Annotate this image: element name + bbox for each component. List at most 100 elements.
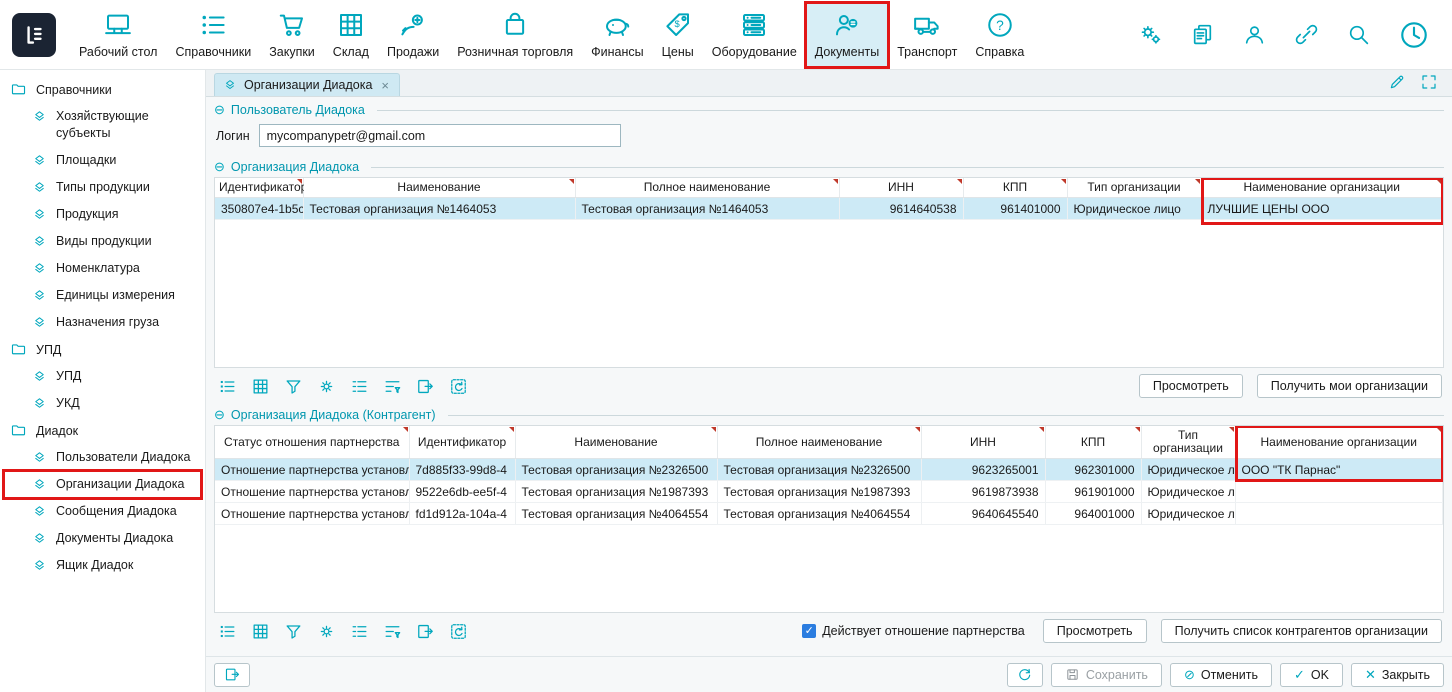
toolbar-item-transport[interactable]: Транспорт — [888, 3, 966, 67]
sidebar-item-organizacii-diadoka[interactable]: Организации Диадока — [4, 471, 201, 498]
login-input[interactable] — [259, 124, 621, 147]
save-button[interactable]: Сохранить — [1051, 663, 1162, 687]
settings-icon[interactable] — [1138, 22, 1163, 47]
diamond-icon — [32, 396, 47, 411]
collapse-icon[interactable]: ⊖ — [214, 104, 225, 116]
gear-icon[interactable] — [317, 622, 336, 641]
column-header-full-name[interactable]: Полное наименование — [575, 178, 839, 198]
row-list-icon[interactable] — [350, 377, 369, 396]
column-header-name[interactable]: Наименование — [515, 426, 717, 459]
column-header-inn[interactable]: ИНН — [921, 426, 1045, 459]
table-row[interactable]: Отношение партнерства установлено fd1d91… — [215, 503, 1443, 525]
column-header-full-name[interactable]: Полное наименование — [717, 426, 921, 459]
list-filter-icon[interactable] — [383, 622, 402, 641]
toolbar-item-prices[interactable]: Цены — [653, 3, 703, 67]
sidebar-item-soobshcheniya-diadoka[interactable]: Сообщения Диадока — [4, 498, 201, 525]
column-header-name[interactable]: Наименование — [303, 178, 575, 198]
view-org-button[interactable]: Просмотреть — [1139, 374, 1243, 398]
sidebar-item-hoz-subekty[interactable]: Хозяйствующие субъекты — [4, 103, 201, 147]
app-logo[interactable] — [12, 13, 56, 57]
refresh-grid-icon[interactable] — [449, 377, 468, 396]
grid-view-icon[interactable] — [251, 377, 270, 396]
sidebar-item-edinicy-izmereniya[interactable]: Единицы измерения — [4, 282, 201, 309]
sidebar-item-yashchik-diadok[interactable]: Ящик Диадок — [4, 552, 201, 579]
sidebar-item-upd[interactable]: УПД — [4, 363, 201, 390]
counterparty-table-container: Статус отношения партнерства Идентификат… — [214, 425, 1444, 613]
export-icon[interactable] — [416, 377, 435, 396]
partnership-active-checkbox[interactable]: ✓ Действует отношение партнерства — [802, 624, 1025, 638]
cancel-icon: ⊘ — [1184, 667, 1195, 683]
toolbar-item-references[interactable]: Справочники — [166, 3, 260, 67]
sidebar-item-dokumenty-diadoka[interactable]: Документы Диадока — [4, 525, 201, 552]
diamond-icon — [32, 180, 47, 195]
gear-icon[interactable] — [317, 377, 336, 396]
column-header-org-type[interactable]: Тип организации — [1141, 426, 1235, 459]
table-row[interactable]: Отношение партнерства установлено 7d885f… — [215, 459, 1443, 481]
close-button[interactable]: ✕Закрыть — [1351, 663, 1444, 687]
link-icon[interactable] — [1294, 22, 1319, 47]
sidebar-item-tipy-produkcii[interactable]: Типы продукции — [4, 174, 201, 201]
ok-button[interactable]: ✓OK — [1280, 663, 1343, 687]
column-header-identifier[interactable]: Идентификатор — [409, 426, 515, 459]
table-row[interactable]: 350807e4-1b5c-44ff- Тестовая организация… — [215, 198, 1443, 220]
toolbar-item-documents[interactable]: Документы — [806, 3, 888, 67]
collapse-icon[interactable]: ⊖ — [214, 161, 225, 173]
get-my-organizations-button[interactable]: Получить мои организации — [1257, 374, 1442, 398]
expand-icon[interactable] — [1420, 73, 1438, 91]
sidebar-item-nomenklatura[interactable]: Номенклатура — [4, 255, 201, 282]
copy-icon[interactable] — [1190, 22, 1215, 47]
table-row[interactable]: Отношение партнерства установлено 9522e6… — [215, 481, 1443, 503]
clock-icon[interactable] — [1398, 19, 1430, 51]
list-view-icon[interactable] — [218, 622, 237, 641]
close-icon: ✕ — [1365, 667, 1376, 683]
column-header-kpp[interactable]: КПП — [963, 178, 1067, 198]
row-list-icon[interactable] — [350, 622, 369, 641]
view-counterparty-button[interactable]: Просмотреть — [1043, 619, 1147, 643]
tab-organizacii-diadoka[interactable]: Организации Диадока × — [214, 73, 400, 96]
column-header-kpp[interactable]: КПП — [1045, 426, 1141, 459]
sidebar-folder-diadok[interactable]: Диадок — [4, 417, 201, 444]
search-icon[interactable] — [1346, 22, 1371, 47]
toolbar-item-purchases[interactable]: Закупки — [260, 3, 324, 67]
collapse-icon[interactable]: ⊖ — [214, 409, 225, 421]
sidebar-folder-upd[interactable]: УПД — [4, 336, 201, 363]
sidebar-item-produkciya[interactable]: Продукция — [4, 201, 201, 228]
grid-view-icon[interactable] — [251, 622, 270, 641]
edit-pencil-icon[interactable] — [1388, 73, 1406, 91]
column-header-org-name[interactable]: Наименование организации — [1201, 178, 1443, 198]
filter-icon[interactable] — [284, 377, 303, 396]
sidebar-item-polzovateli-diadoka[interactable]: Пользователи Диадока — [4, 444, 201, 471]
column-header-inn[interactable]: ИНН — [839, 178, 963, 198]
export-icon[interactable] — [416, 622, 435, 641]
export-form-button[interactable] — [214, 663, 250, 687]
refresh-grid-icon[interactable] — [449, 622, 468, 641]
export-icon — [224, 666, 241, 683]
cancel-button[interactable]: ⊘Отменить — [1170, 663, 1272, 687]
user-icon[interactable] — [1242, 22, 1267, 47]
column-header-partnership-status[interactable]: Статус отношения партнерства — [215, 426, 409, 459]
column-header-org-type[interactable]: Тип организации — [1067, 178, 1201, 198]
list-view-icon[interactable] — [218, 377, 237, 396]
toolbar-item-finance[interactable]: Финансы — [582, 3, 652, 67]
toolbar-item-help[interactable]: Справка — [966, 3, 1033, 67]
application-window: Рабочий стол Справочники Закупки Склад П… — [0, 0, 1452, 692]
org-table-container: Идентификатор Наименование Полное наимен… — [214, 177, 1444, 368]
get-counterparties-button[interactable]: Получить список контрагентов организации — [1161, 619, 1442, 643]
toolbar-item-equipment[interactable]: Оборудование — [703, 3, 806, 67]
toolbar-item-desktop[interactable]: Рабочий стол — [70, 3, 166, 67]
list-filter-icon[interactable] — [383, 377, 402, 396]
refresh-button[interactable] — [1007, 663, 1043, 687]
sidebar-item-naznacheniya-gruza[interactable]: Назначения груза — [4, 309, 201, 336]
sidebar-folder-spravochniki[interactable]: Справочники — [4, 76, 201, 103]
column-header-org-name[interactable]: Наименование организации — [1235, 426, 1443, 459]
sidebar-item-ukd[interactable]: УКД — [4, 390, 201, 417]
column-header-identifier[interactable]: Идентификатор — [215, 178, 303, 198]
tab-close-icon[interactable]: × — [381, 80, 389, 91]
toolbar-item-retail[interactable]: Розничная торговля — [448, 3, 582, 67]
sidebar-item-vidy-produkcii[interactable]: Виды продукции — [4, 228, 201, 255]
filter-icon[interactable] — [284, 622, 303, 641]
toolbar-item-warehouse[interactable]: Склад — [324, 3, 378, 67]
diamond-icon — [32, 531, 47, 546]
sidebar-item-ploshchadki[interactable]: Площадки — [4, 147, 201, 174]
toolbar-item-sales[interactable]: Продажи — [378, 3, 448, 67]
